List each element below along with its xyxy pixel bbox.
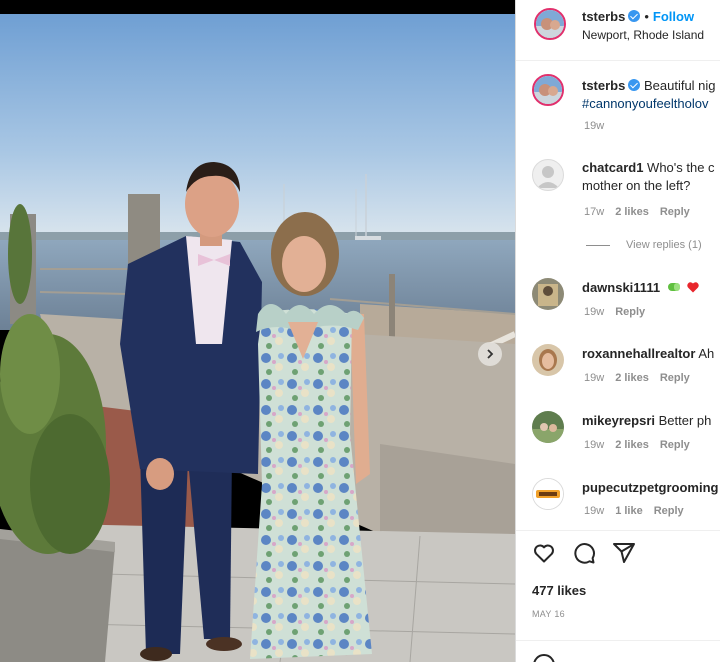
comment-likes[interactable]: 2 likes — [615, 439, 649, 451]
comment-avatar[interactable] — [532, 344, 564, 376]
reply-button[interactable]: Reply — [615, 306, 645, 318]
caption-body: Beautiful nig — [643, 78, 716, 93]
comment-username[interactable]: pupecutzpetgrooming — [582, 480, 719, 495]
next-arrow-icon — [487, 349, 494, 359]
avatar-image — [532, 278, 564, 310]
caption-text: tsterbs Beautiful nig — [582, 77, 716, 95]
comment-likes[interactable]: 2 likes — [615, 372, 649, 384]
reply-button[interactable]: Reply — [660, 439, 690, 451]
comment-time: 19w — [584, 306, 605, 318]
comment-username[interactable]: dawnski1111 — [582, 280, 660, 295]
next-photo-button[interactable] — [478, 342, 502, 366]
comment-likes[interactable]: 1 like — [615, 505, 643, 517]
comment-body: Better ph — [658, 413, 712, 428]
reply-button[interactable]: Reply — [654, 505, 684, 517]
comment-meta: 19w 2 likes Reply — [584, 439, 701, 451]
photo-illustration — [0, 14, 515, 662]
comment-likes[interactable]: 2 likes — [615, 206, 649, 218]
comment-meta: 17w 2 likes Reply — [584, 206, 701, 218]
caption-time: 19w — [584, 120, 605, 132]
avatar-image — [534, 76, 562, 104]
reply-button[interactable]: Reply — [660, 206, 690, 218]
comment-username[interactable]: roxannehallrealtor — [582, 346, 695, 361]
photo-top-bar — [0, 0, 515, 14]
likes-count[interactable]: 477 likes — [532, 583, 586, 598]
default-avatar[interactable] — [532, 159, 564, 191]
comment-body: Who's the c — [647, 160, 715, 175]
comment-username[interactable]: chatcard1 — [582, 160, 643, 175]
comment-button[interactable] — [572, 541, 596, 565]
comment-time: 19w — [584, 372, 605, 384]
avatar-image — [532, 344, 564, 376]
comment-avatar[interactable] — [532, 411, 564, 443]
comment-text: roxannehallrealtor Ah — [582, 345, 714, 363]
follow-button[interactable]: Follow — [653, 9, 694, 24]
verified-badge-icon — [628, 10, 641, 22]
comment-text: mikeyrepsri Better ph — [582, 412, 711, 430]
post-username[interactable]: tsterbs — [582, 9, 625, 24]
caption-meta: 19w — [584, 120, 615, 132]
comment-body-line2: mother on the left? — [582, 178, 691, 193]
separator-dot: • — [644, 9, 649, 24]
caption-username[interactable]: tsterbs — [582, 78, 625, 93]
comment-time: 17w — [584, 206, 605, 218]
comment-text: pupecutzpetgrooming — [582, 479, 719, 497]
comment-meta: 19w 1 like Reply — [584, 505, 695, 517]
comment-meta: 19w 2 likes Reply — [584, 372, 701, 384]
emoji-icon[interactable] — [532, 653, 556, 662]
share-button[interactable] — [612, 541, 636, 565]
post-header-title: tsterbs • Follow — [582, 8, 694, 26]
location-link[interactable]: Newport, Rhode Island — [582, 28, 704, 42]
comment-username[interactable]: mikeyrepsri — [582, 413, 655, 428]
heart-icon — [534, 544, 554, 563]
caption-avatar[interactable] — [532, 74, 564, 106]
comment-text: chatcard1 Who's the c — [582, 159, 715, 177]
comment-avatar[interactable] — [532, 278, 564, 310]
comment-time: 19w — [584, 439, 605, 451]
post-sidebar: tsterbs • Follow Newport, Rhode Island tst… — [515, 0, 720, 662]
add-comment-bar — [516, 640, 720, 662]
comment-icon — [574, 543, 595, 564]
reply-button[interactable]: Reply — [660, 372, 690, 384]
avatar[interactable] — [534, 8, 566, 40]
comment-avatar[interactable] — [532, 478, 564, 510]
post-header: tsterbs • Follow Newport, Rhode Island — [516, 0, 720, 61]
comment-time: 19w — [584, 505, 605, 517]
red-heart-emoji-icon — [687, 282, 700, 293]
post-date: MAY 16 — [532, 609, 565, 619]
avatar-image — [532, 411, 564, 443]
avatar-image — [536, 10, 564, 38]
pill-emoji-icon — [667, 283, 680, 291]
default-user-icon — [537, 166, 559, 188]
verified-badge-icon — [628, 79, 641, 91]
caption-hashtag[interactable]: #cannonyoufeeltholov — [582, 95, 709, 113]
like-button[interactable] — [532, 541, 556, 565]
avatar-image — [533, 479, 563, 509]
comment-body: Ah — [698, 346, 715, 361]
comment-meta: 19w Reply — [584, 306, 656, 318]
share-icon — [613, 543, 635, 563]
view-replies-button[interactable]: View replies (1) — [586, 239, 702, 251]
post-photo[interactable] — [0, 14, 515, 662]
comment-text: dawnski1111 — [582, 279, 700, 297]
